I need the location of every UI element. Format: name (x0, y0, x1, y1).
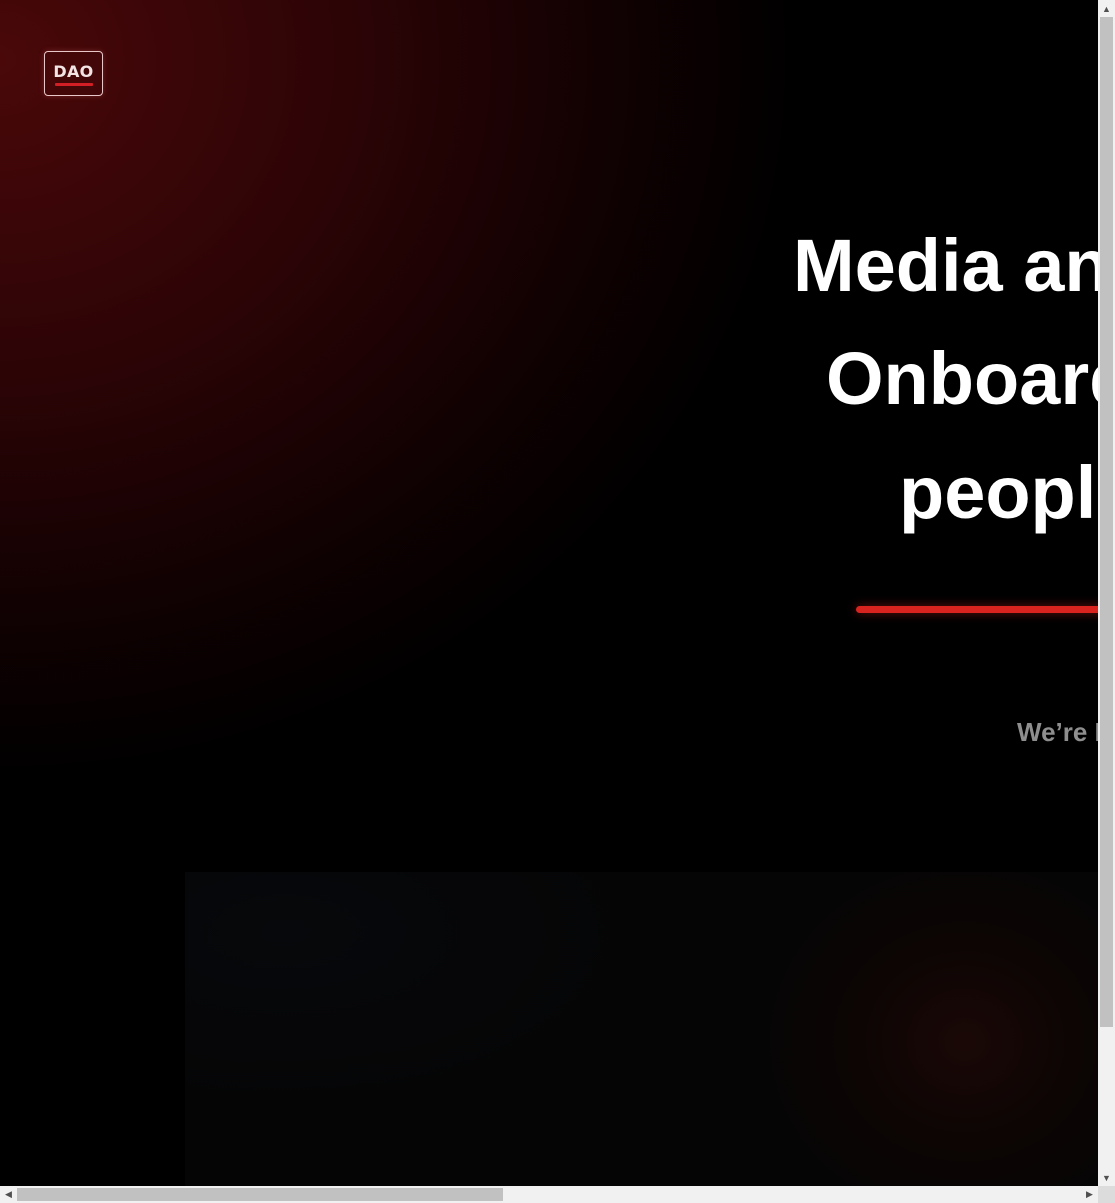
headline-line-3: peopl (899, 451, 1097, 534)
horizontal-scrollbar[interactable]: ◀ ▶ (0, 1186, 1098, 1203)
accent-divider (856, 606, 1098, 613)
vertical-scrollbar[interactable]: ▲ ▼ (1098, 0, 1115, 1186)
scrollbar-corner (1098, 1186, 1115, 1203)
arrow-up-icon[interactable]: ▲ (1098, 0, 1115, 17)
hero-headline: Media an Onboard peopl (0, 0, 1098, 600)
headline-line-2: Onboard (826, 337, 1098, 420)
hero-media-panel (185, 872, 1098, 1186)
arrow-right-icon[interactable]: ▶ (1081, 1186, 1098, 1203)
page-viewport: DAO Media an Onboard peopl We’re I (0, 0, 1098, 1186)
arrow-down-icon[interactable]: ▼ (1098, 1169, 1115, 1186)
vertical-scroll-thumb[interactable] (1100, 17, 1113, 1027)
hero-subtext: We’re I (1017, 717, 1098, 747)
arrow-left-icon[interactable]: ◀ (0, 1186, 17, 1203)
horizontal-scroll-thumb[interactable] (17, 1188, 503, 1201)
headline-line-1: Media an (793, 224, 1098, 307)
